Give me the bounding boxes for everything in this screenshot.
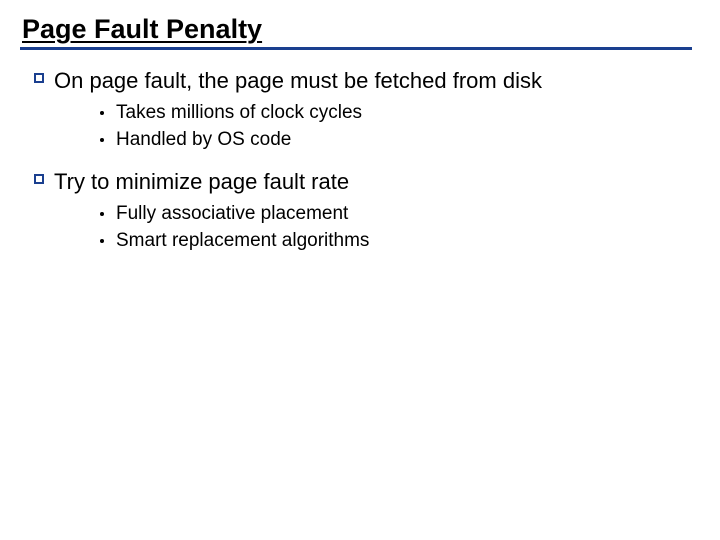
list-item: Takes millions of clock cycles (100, 100, 692, 126)
sub-list: Fully associative placement Smart replac… (54, 201, 692, 254)
list-item: On page fault, the page must be fetched … (34, 66, 692, 153)
bullet-list: On page fault, the page must be fetched … (20, 66, 692, 254)
bullet-text: Try to minimize page fault rate (54, 169, 349, 194)
title-divider: Page Fault Penalty (20, 14, 692, 50)
slide: Page Fault Penalty On page fault, the pa… (0, 0, 720, 540)
list-item: Try to minimize page fault rate Fully as… (34, 167, 692, 254)
list-item: Fully associative placement (100, 201, 692, 227)
list-item: Smart replacement algorithms (100, 228, 692, 254)
sub-list: Takes millions of clock cycles Handled b… (54, 100, 692, 153)
list-item: Handled by OS code (100, 127, 692, 153)
page-title: Page Fault Penalty (22, 14, 692, 45)
bullet-text: On page fault, the page must be fetched … (54, 68, 542, 93)
